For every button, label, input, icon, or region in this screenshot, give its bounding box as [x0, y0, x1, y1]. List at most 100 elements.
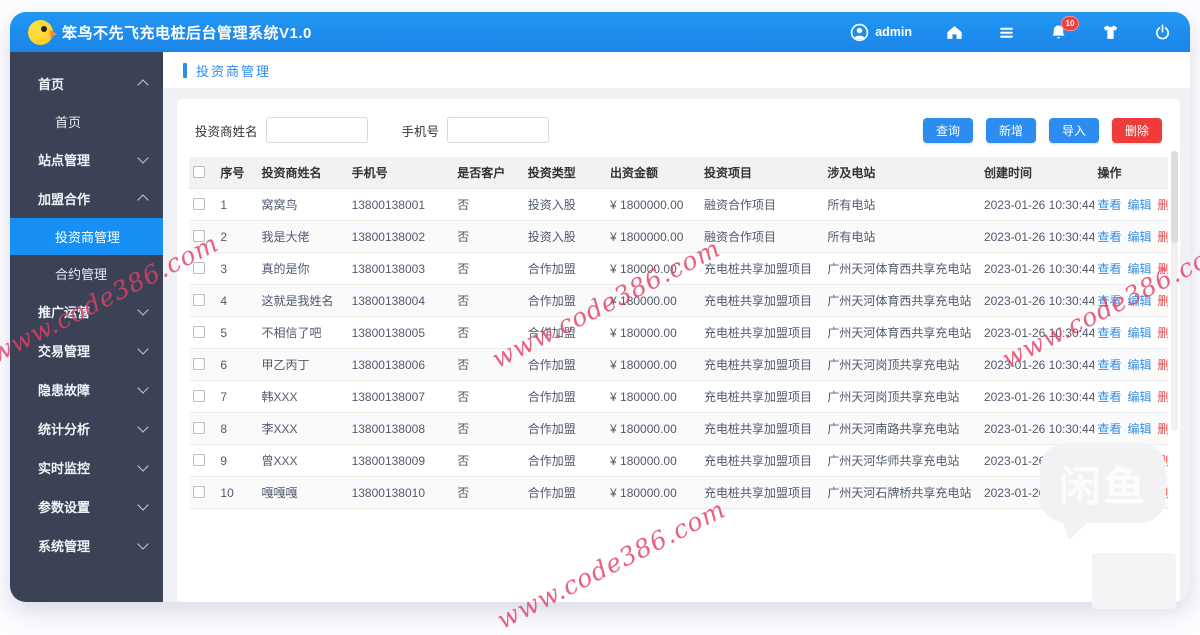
- delete-link[interactable]: 删除: [1158, 358, 1168, 372]
- row-checkbox[interactable]: [193, 421, 205, 434]
- user-menu[interactable]: admin: [850, 23, 912, 42]
- row-checkbox[interactable]: [193, 229, 205, 242]
- sidebar-item-推广运营[interactable]: 推广运营: [10, 292, 163, 331]
- view-link[interactable]: 查看: [1098, 294, 1122, 308]
- view-link[interactable]: 查看: [1098, 486, 1122, 500]
- sidebar-item-首页[interactable]: 首页: [10, 64, 163, 103]
- table-row: 5 不相信了吧 13800138005 否合作加盟 ¥ 180000.00 充电桩共享加盟…: [189, 316, 1168, 349]
- select-all-checkbox[interactable]: [193, 165, 205, 178]
- edit-link[interactable]: 编辑: [1128, 262, 1152, 276]
- edit-link[interactable]: 编辑: [1128, 454, 1152, 468]
- cell-actions: 查看编辑删除: [1093, 412, 1168, 445]
- delete-link[interactable]: 删除: [1158, 230, 1168, 244]
- cell-created: 2023-01-26 10:30:44: [979, 348, 1094, 381]
- table-row: 7 韩XXX 13800138007 否合作加盟 ¥ 180000.00 充电桩共享加盟项…: [189, 380, 1168, 413]
- home-icon[interactable]: [945, 23, 964, 42]
- edit-link[interactable]: 编辑: [1128, 230, 1152, 244]
- toolbar-buttons: 查询 新增 导入 删除: [922, 117, 1162, 143]
- app-window: 笨鸟不先飞充电桩后台管理系统V1.0 admin 10 首页 首页 站点管理 加…: [10, 12, 1190, 602]
- phone-input[interactable]: [447, 117, 550, 143]
- menu-icon[interactable]: [997, 23, 1016, 42]
- row-checkbox[interactable]: [193, 357, 205, 370]
- cell-actions: 查看编辑删除: [1093, 316, 1168, 349]
- username: admin: [875, 25, 912, 39]
- edit-link[interactable]: 编辑: [1128, 486, 1152, 500]
- edit-link[interactable]: 编辑: [1128, 294, 1152, 308]
- sidebar-item-实时监控[interactable]: 实时监控: [10, 448, 163, 487]
- topbar: 笨鸟不先飞充电桩后台管理系统V1.0 admin 10: [10, 12, 1190, 52]
- view-link[interactable]: 查看: [1098, 454, 1122, 468]
- cell-station: 广州天河岗顶共享充电站: [823, 380, 980, 413]
- delete-link[interactable]: 删除: [1158, 486, 1168, 500]
- cell-project: 充电桩共享加盟项目: [699, 444, 824, 477]
- row-checkbox[interactable]: [193, 485, 205, 498]
- view-link[interactable]: 查看: [1098, 326, 1122, 340]
- chevron-down-icon: [137, 304, 149, 316]
- cell-phone: 13800138001: [347, 188, 454, 221]
- delete-link[interactable]: 删除: [1158, 390, 1168, 404]
- chevron-down-icon: [137, 152, 149, 164]
- add-button[interactable]: 新增: [985, 117, 1036, 143]
- delete-link[interactable]: 删除: [1158, 262, 1168, 276]
- cell-project: 充电桩共享加盟项目: [699, 316, 824, 349]
- notifications-button[interactable]: 10: [1049, 15, 1079, 42]
- sidebar-item-统计分析[interactable]: 统计分析: [10, 409, 163, 448]
- scrollbar-thumb[interactable]: [1171, 151, 1178, 243]
- edit-link[interactable]: 编辑: [1128, 326, 1152, 340]
- sidebar-item-系统管理[interactable]: 系统管理: [10, 526, 163, 565]
- sidebar-subitem-首页[interactable]: 首页: [10, 103, 163, 140]
- cell-no: 8: [216, 412, 258, 445]
- column-header-手机号: 手机号: [347, 157, 454, 189]
- edit-link[interactable]: 编辑: [1128, 422, 1152, 436]
- row-checkbox[interactable]: [193, 389, 205, 402]
- import-button[interactable]: 导入: [1048, 117, 1099, 143]
- sidebar-subitem-投资商管理[interactable]: 投资商管理: [10, 218, 163, 255]
- delete-link[interactable]: 删除: [1158, 454, 1168, 468]
- investor-name-input[interactable]: [265, 117, 368, 143]
- column-header-投资商姓名: 投资商姓名: [257, 157, 348, 189]
- cell-is_customer: 否: [453, 412, 524, 445]
- main-content: 投资商管理 投资商姓名 手机号 查询 新增 导入 删除 序号 投资商姓名 手机号…: [163, 52, 1190, 602]
- edit-link[interactable]: 编辑: [1128, 390, 1152, 404]
- table-scrollbar[interactable]: [1171, 151, 1178, 431]
- view-link[interactable]: 查看: [1098, 422, 1122, 436]
- cell-is_customer: 否: [453, 188, 524, 221]
- delete-link[interactable]: 删除: [1158, 326, 1168, 340]
- row-checkbox[interactable]: [193, 293, 205, 306]
- row-checkbox[interactable]: [193, 261, 205, 274]
- sidebar-item-参数设置[interactable]: 参数设置: [10, 487, 163, 526]
- cell-name: 真的是你: [257, 252, 348, 285]
- investors-table: 序号 投资商姓名 手机号 是否客户 投资类型 出资金额 投资项目 涉及电站 创建时间 操作 1 窝窝鸟…: [189, 157, 1168, 509]
- view-link[interactable]: 查看: [1098, 358, 1122, 372]
- row-checkbox[interactable]: [193, 197, 205, 210]
- cell-created: 2023-01-26 10:30:44: [979, 316, 1094, 349]
- notification-badge: 10: [1061, 15, 1079, 31]
- sidebar-subitem-合约管理[interactable]: 合约管理: [10, 255, 163, 292]
- sidebar-item-隐患故障[interactable]: 隐患故障: [10, 370, 163, 409]
- sidebar-item-加盟合作[interactable]: 加盟合作: [10, 179, 163, 218]
- cell-phone: 13800138008: [347, 412, 454, 445]
- view-link[interactable]: 查看: [1098, 198, 1122, 212]
- view-link[interactable]: 查看: [1098, 230, 1122, 244]
- theme-shirt-icon[interactable]: [1101, 23, 1120, 42]
- cell-actions: 查看编辑删除: [1093, 252, 1168, 285]
- sidebar-item-站点管理[interactable]: 站点管理: [10, 140, 163, 179]
- chevron-down-icon: [137, 538, 149, 550]
- row-checkbox[interactable]: [193, 453, 205, 466]
- edit-link[interactable]: 编辑: [1128, 358, 1152, 372]
- query-button[interactable]: 查询: [922, 117, 973, 143]
- table-row: 10 嘎嘎嘎 13800138010 否合作加盟 ¥ 180000.00 充电桩共享加盟项…: [189, 476, 1168, 509]
- app-title: 笨鸟不先飞充电桩后台管理系统V1.0: [62, 24, 312, 42]
- delete-link[interactable]: 删除: [1158, 198, 1168, 212]
- delete-button[interactable]: 删除: [1111, 117, 1162, 143]
- edit-link[interactable]: 编辑: [1128, 198, 1152, 212]
- view-link[interactable]: 查看: [1098, 390, 1122, 404]
- row-checkbox[interactable]: [193, 325, 205, 338]
- sidebar-item-交易管理[interactable]: 交易管理: [10, 331, 163, 370]
- cell-name: 李XXX: [257, 412, 348, 445]
- power-icon[interactable]: [1153, 23, 1172, 42]
- delete-link[interactable]: 删除: [1158, 294, 1168, 308]
- delete-link[interactable]: 删除: [1158, 422, 1168, 436]
- cell-actions: 查看编辑删除: [1093, 188, 1168, 221]
- view-link[interactable]: 查看: [1098, 262, 1122, 276]
